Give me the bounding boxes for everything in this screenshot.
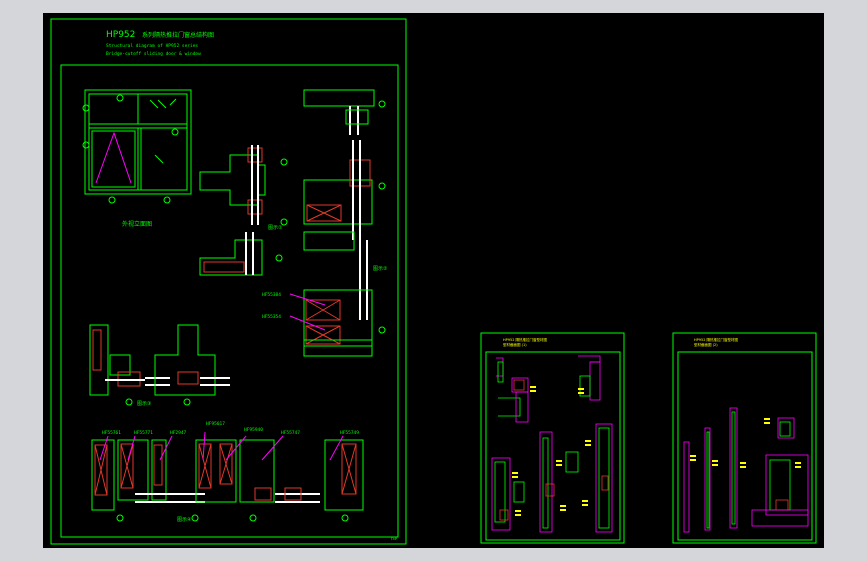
sheet-main-title: HP952 bbox=[106, 30, 135, 40]
callout-bottom-3: HF2947 bbox=[170, 430, 187, 436]
section-label-c: 图示③ bbox=[137, 401, 151, 407]
corner-mark: TSP bbox=[390, 536, 398, 541]
callout-mid-2: HF55354 bbox=[262, 314, 281, 320]
section-label-d: 图示④ bbox=[177, 517, 192, 523]
callout-mid-1: HF55384 bbox=[262, 292, 281, 298]
sheet-main-title-cn: 系列隔热推拉门窗总结构图 bbox=[142, 31, 214, 39]
callout-bottom-2: HF55771 bbox=[134, 430, 153, 436]
sheet-main-subtitle-1: Structural diagram of HP952 series bbox=[106, 43, 198, 49]
section-label-a: 图示① bbox=[268, 225, 283, 231]
sheet-b-header-1: HP952 隔热推拉门窗型材图 bbox=[503, 337, 548, 342]
callout-bottom-1: HF55761 bbox=[102, 430, 121, 436]
callout-bottom-4: HF95017 bbox=[206, 421, 225, 427]
elevation-label: 外视立面图 bbox=[122, 220, 152, 228]
cad-drawing-canvas[interactable]: HP952 系列隔热推拉门窗总结构图 Structural diagram of… bbox=[0, 0, 867, 562]
callout-bottom-7: HF55749 bbox=[340, 430, 359, 436]
sheet-c-header-1: HP952 隔热推拉门窗型材图 bbox=[694, 337, 739, 342]
callout-bottom-5: HF95940 bbox=[244, 427, 263, 433]
callout-bottom-6: HF55747 bbox=[281, 430, 300, 436]
sheet-c-header-2: 型材截面图 (2) bbox=[694, 342, 718, 347]
sheet-b-header-2: 型材截面图 (1) bbox=[503, 342, 527, 347]
section-label-b: 图示② bbox=[373, 266, 388, 272]
sheet-main-subtitle-2: Bridge-cutoff sliding door & window bbox=[106, 51, 201, 57]
